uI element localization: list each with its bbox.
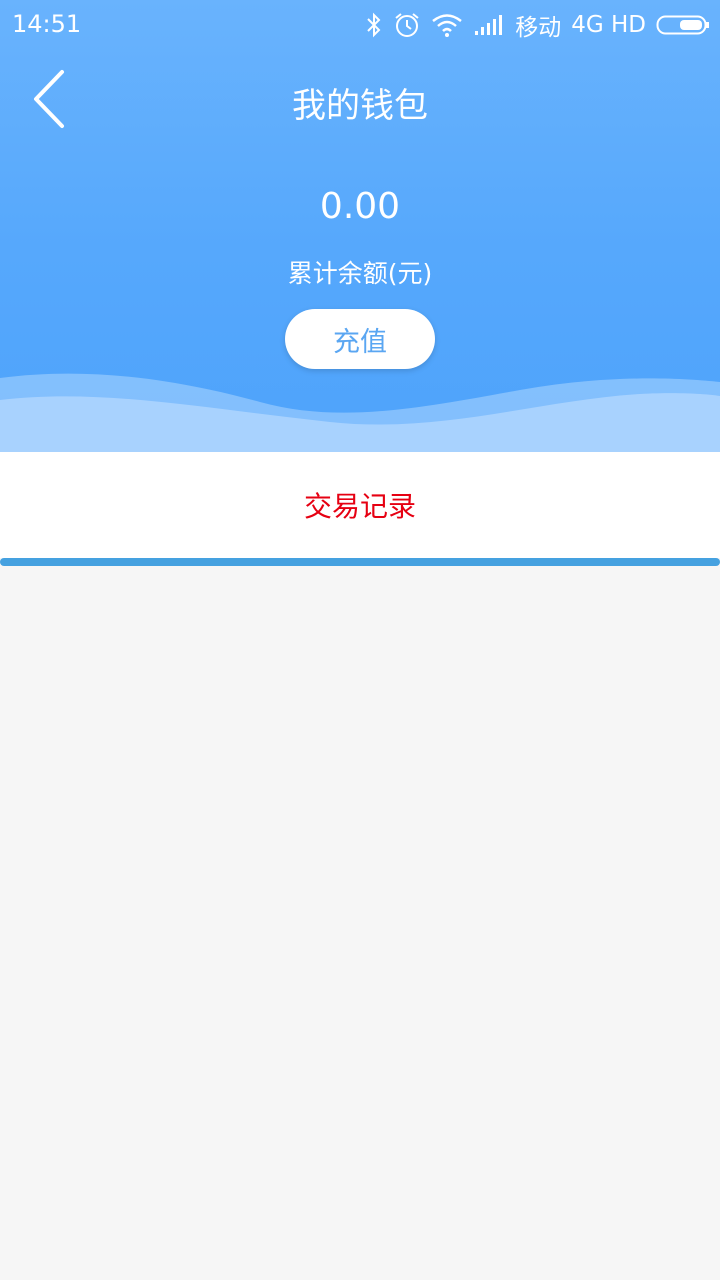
page-title: 我的钱包 xyxy=(292,86,428,126)
network-label: 4G HD xyxy=(571,12,646,38)
tab-bar: 交易记录 xyxy=(0,452,720,558)
carrier-label: 移动 xyxy=(515,15,562,41)
balance-label: 累计余额(元) xyxy=(287,259,433,288)
recharge-button[interactable]: 充值 xyxy=(285,309,435,369)
wifi-icon xyxy=(432,14,462,37)
balance-amount: 0.00 xyxy=(319,186,401,227)
status-bar: 14:51 移动 4G HD xyxy=(0,0,720,50)
wallet-screen: 14:51 移动 4G HD 我的钱包 0.00 累计余额(元) 充值 交易记录 xyxy=(0,0,720,1280)
signal-icon xyxy=(475,15,503,35)
status-icons: 移动 4G HD xyxy=(355,8,710,42)
tab-transaction-records[interactable]: 交易记录 xyxy=(0,452,720,558)
wave-decoration xyxy=(0,373,720,452)
transaction-list xyxy=(0,566,720,1280)
bluetooth-icon xyxy=(367,12,381,38)
alarm-icon xyxy=(395,13,419,37)
status-time: 14:51 xyxy=(12,10,82,38)
tab-active-indicator xyxy=(0,558,720,566)
battery-icon xyxy=(656,15,709,35)
wallet-header-banner: 14:51 移动 4G HD 我的钱包 0.00 累计余额(元) 充值 xyxy=(0,0,720,452)
